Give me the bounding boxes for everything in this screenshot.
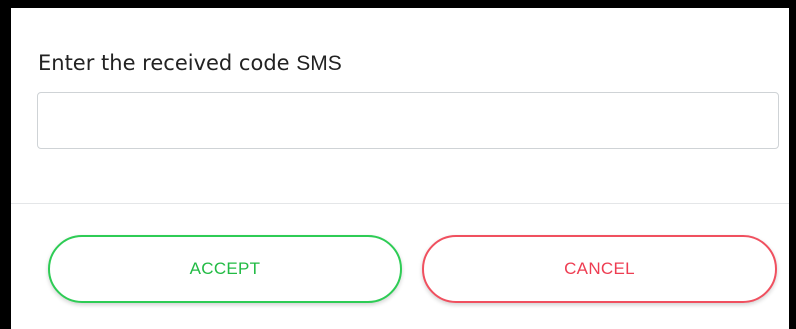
window-frame: Enter the received code SMS ACCEPT CANCE…	[0, 0, 796, 329]
sms-code-input[interactable]	[37, 92, 779, 149]
window-border-left	[0, 0, 11, 329]
accept-button[interactable]: ACCEPT	[48, 235, 402, 303]
prompt-suffix: SMS	[296, 52, 342, 75]
window-border-right	[789, 0, 796, 329]
dialog-divider	[11, 203, 789, 204]
accept-button-label: ACCEPT	[189, 259, 261, 278]
cancel-button[interactable]: CANCEL	[422, 235, 777, 303]
sms-code-dialog: Enter the received code SMS ACCEPT CANCE…	[11, 8, 789, 329]
cancel-button-label: CANCEL	[564, 259, 635, 278]
prompt-text: Enter the received code	[38, 51, 290, 75]
sms-code-prompt: Enter the received code SMS	[38, 50, 342, 77]
window-border-top	[0, 0, 796, 8]
